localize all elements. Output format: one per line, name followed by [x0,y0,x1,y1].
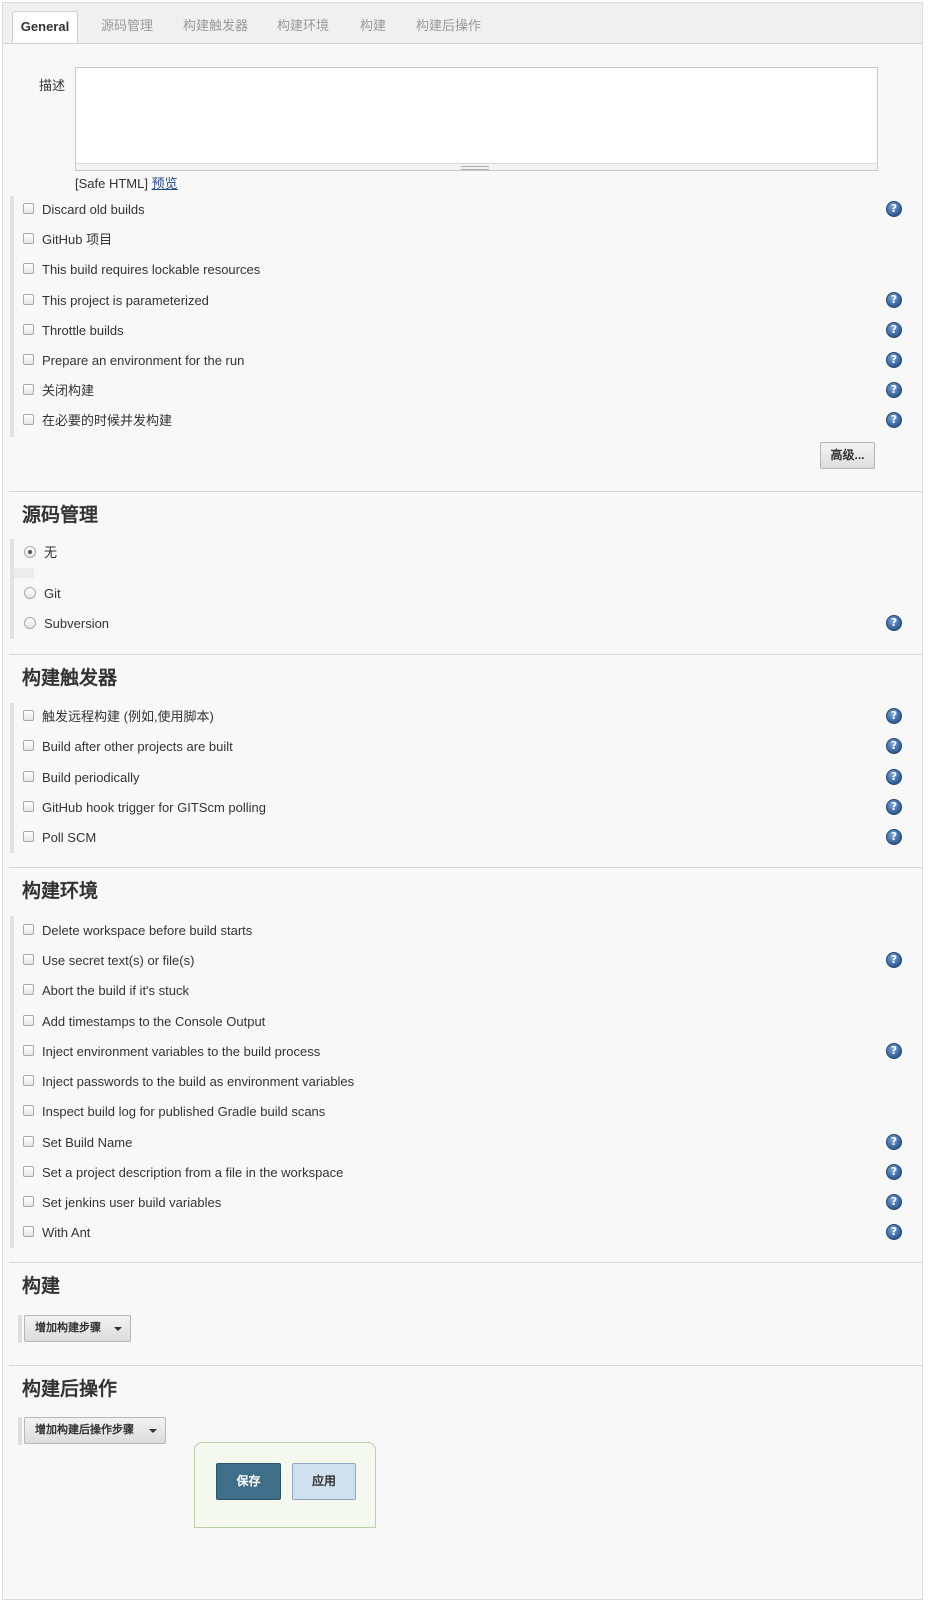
section-title-post-build: 构建后操作 [22,1379,118,1400]
checkbox[interactable] [23,1196,34,1207]
trigger-options-bracket [10,703,14,853]
add-post-build-step-button[interactable]: 增加构建后操作步骤 [24,1417,166,1444]
help-icon[interactable]: ? [886,1194,902,1210]
section-title-build-triggers: 构建触发器 [22,668,118,689]
help-icon[interactable]: ? [886,769,902,785]
checkbox[interactable] [23,801,34,812]
add-post-build-step-label: 增加构建后操作步骤 [35,1424,134,1436]
add-build-step-label: 增加构建步骤 [35,1322,101,1334]
radio-row-shade [14,568,34,578]
section-divider [9,654,922,655]
checkbox[interactable] [23,710,34,721]
checkbox[interactable] [23,1166,34,1177]
checkbox[interactable] [23,233,34,244]
checkbox[interactable] [23,1015,34,1026]
help-icon[interactable]: ? [886,952,902,968]
section-divider [9,1365,922,1366]
section-title-build-environment: 构建环境 [22,881,99,902]
tab-build[interactable]: 构建 [360,12,386,42]
caret-down-icon [114,1327,122,1331]
section-title-scm: 源码管理 [22,505,99,526]
checkbox[interactable] [23,354,34,365]
help-icon[interactable]: ? [886,382,902,398]
checkbox[interactable] [23,1136,34,1147]
checkbox[interactable] [23,384,34,395]
scm-options-bracket [10,539,14,639]
help-icon[interactable]: ? [886,292,902,308]
checkbox[interactable] [23,954,34,965]
environment-options-bracket [10,916,14,1248]
checkbox[interactable] [23,924,34,935]
help-icon[interactable]: ? [886,799,902,815]
safe-html-label: [Safe HTML] [75,176,148,191]
checkbox[interactable] [23,1045,34,1056]
checkbox[interactable] [23,1105,34,1116]
apply-button[interactable]: 应用 [292,1463,356,1500]
checkbox[interactable] [23,414,34,425]
post-build-step-bracket [18,1417,22,1445]
checkbox[interactable] [23,324,34,335]
radio-button[interactable] [24,617,36,629]
description-textarea[interactable] [75,67,878,171]
checkbox[interactable] [23,771,34,782]
help-icon[interactable]: ? [886,738,902,754]
radio-button[interactable] [24,546,36,558]
help-icon[interactable]: ? [886,322,902,338]
section-title-build: 构建 [22,1276,61,1297]
tab-build-environment[interactable]: 构建环境 [277,12,329,42]
section-tab-bar: General 源码管理 构建触发器 构建环境 构建 构建后操作 [3,3,922,44]
help-icon[interactable]: ? [886,412,902,428]
checkbox[interactable] [23,203,34,214]
checkbox[interactable] [23,294,34,305]
add-build-step-button[interactable]: 增加构建步骤 [24,1315,131,1342]
help-icon[interactable]: ? [886,201,902,217]
help-icon[interactable]: ? [886,829,902,845]
preview-link[interactable]: 预览 [152,176,178,191]
help-icon[interactable]: ? [886,1164,902,1180]
help-icon[interactable]: ? [886,352,902,368]
checkbox[interactable] [23,1075,34,1086]
help-icon[interactable]: ? [886,1134,902,1150]
job-config-form: General 源码管理 构建触发器 构建环境 构建 构建后操作 描述 [Saf… [2,2,923,1600]
caret-down-icon [149,1429,157,1433]
form-actions-panel: 保存 应用 [194,1442,376,1528]
tab-general[interactable]: General [12,11,78,43]
checkbox[interactable] [23,984,34,995]
help-icon[interactable]: ? [886,615,902,631]
help-icon[interactable]: ? [886,708,902,724]
section-divider [9,491,922,492]
build-step-bracket [18,1315,22,1343]
checkbox[interactable] [23,831,34,842]
section-divider [9,1262,922,1263]
textarea-resize-bar[interactable] [76,163,877,170]
checkbox[interactable] [23,1226,34,1237]
help-icon[interactable]: ? [886,1043,902,1059]
general-options-bracket [10,196,14,437]
section-divider [9,867,922,868]
help-icon[interactable]: ? [886,1224,902,1240]
resize-grip-icon[interactable] [461,166,489,170]
checkbox[interactable] [23,740,34,751]
tab-build-triggers[interactable]: 构建触发器 [183,12,248,42]
description-label: 描述 [39,78,66,93]
advanced-button[interactable]: 高级... [820,442,875,469]
radio-button[interactable] [24,587,36,599]
checkbox[interactable] [23,263,34,274]
tab-source-code-management[interactable]: 源码管理 [101,12,153,42]
tab-post-build-actions[interactable]: 构建后操作 [416,12,481,42]
markup-format-note: [Safe HTML] 预览 [75,173,178,192]
save-button[interactable]: 保存 [216,1463,281,1500]
